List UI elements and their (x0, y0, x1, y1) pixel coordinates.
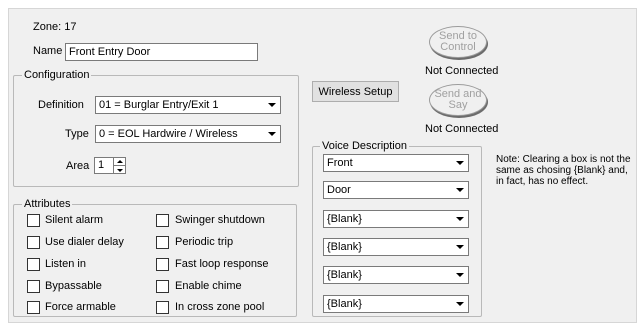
enable-chime-label: Enable chime (175, 280, 242, 292)
use-dialer-delay-label: Use dialer delay (45, 236, 124, 248)
force-armable-checkbox[interactable] (27, 301, 40, 314)
voice-word-select-1[interactable]: Front (323, 154, 469, 172)
send-control-status: Not Connected (425, 65, 499, 77)
definition-label: Definition (38, 99, 84, 111)
voice-word-value: {Blank} (327, 269, 362, 281)
fast-loop-response-checkbox[interactable] (156, 258, 169, 271)
chevron-down-icon[interactable] (453, 297, 467, 311)
voice-word-select-6[interactable]: {Blank} (323, 295, 469, 313)
voice-word-select-4[interactable]: {Blank} (323, 238, 469, 256)
definition-value: 01 = Burglar Entry/Exit 1 (99, 99, 219, 111)
chevron-down-icon[interactable] (265, 98, 279, 112)
attributes-title: Attributes (22, 198, 73, 210)
chevron-down-icon[interactable] (265, 127, 279, 141)
type-select[interactable]: 0 = EOL Hardwire / Wireless (95, 125, 281, 143)
voice-word-value: {Blank} (327, 241, 362, 253)
swinger-shutdown-label: Swinger shutdown (175, 214, 265, 226)
send-say-status: Not Connected (425, 123, 499, 135)
configuration-title: Configuration (22, 69, 92, 81)
silent-alarm-checkbox[interactable] (27, 214, 40, 227)
voice-word-value: {Blank} (327, 213, 362, 225)
voice-word-value: Front (327, 157, 353, 169)
fast-loop-response-label: Fast loop response (175, 258, 269, 270)
listen-in-checkbox[interactable] (27, 258, 40, 271)
enable-chime-checkbox[interactable] (156, 280, 169, 293)
use-dialer-delay-checkbox[interactable] (27, 236, 40, 249)
voice-word-value: {Blank} (327, 298, 362, 310)
bypassable-checkbox[interactable] (27, 280, 40, 293)
swinger-shutdown-checkbox[interactable] (156, 214, 169, 227)
silent-alarm-label: Silent alarm (45, 214, 104, 226)
send-and-say-button[interactable]: Send and Say (429, 84, 487, 116)
name-label: Name (33, 45, 63, 57)
voice-word-select-5[interactable]: {Blank} (323, 266, 469, 284)
periodic-trip-checkbox[interactable] (156, 236, 169, 249)
chevron-down-icon[interactable] (453, 212, 467, 226)
spin-down-icon[interactable] (113, 166, 125, 174)
area-stepper[interactable]: 1 (94, 157, 126, 174)
voice-note: Note: Clearing a box is not the same as … (496, 154, 631, 187)
type-label: Type (65, 128, 89, 140)
area-label: Area (66, 160, 90, 172)
in-cross-zone-pool-label: In cross zone pool (175, 301, 265, 313)
area-value: 1 (98, 159, 105, 171)
force-armable-label: Force armable (45, 301, 116, 313)
chevron-down-icon[interactable] (453, 183, 467, 197)
chevron-down-icon[interactable] (453, 156, 467, 170)
name-field[interactable]: Front Entry Door (65, 43, 258, 61)
listen-in-label: Listen in (45, 258, 86, 270)
bypassable-label: Bypassable (45, 280, 102, 292)
chevron-down-icon[interactable] (453, 268, 467, 282)
voice-word-select-2[interactable]: Door (323, 181, 469, 199)
wireless-setup-button[interactable]: Wireless Setup (312, 81, 399, 102)
zone-label: Zone: 17 (33, 21, 77, 33)
type-value: 0 = EOL Hardwire / Wireless (99, 128, 238, 140)
periodic-trip-label: Periodic trip (175, 236, 234, 248)
zone-number: 17 (64, 21, 77, 33)
voice-word-value: Door (327, 184, 351, 196)
in-cross-zone-pool-checkbox[interactable] (156, 301, 169, 314)
send-to-control-button[interactable]: Send to Control (429, 26, 487, 58)
voice-description-title: Voice Description (320, 140, 409, 152)
definition-select[interactable]: 01 = Burglar Entry/Exit 1 (95, 96, 281, 114)
voice-word-select-3[interactable]: {Blank} (323, 210, 469, 228)
chevron-down-icon[interactable] (453, 240, 467, 254)
spin-up-icon[interactable] (113, 158, 125, 166)
